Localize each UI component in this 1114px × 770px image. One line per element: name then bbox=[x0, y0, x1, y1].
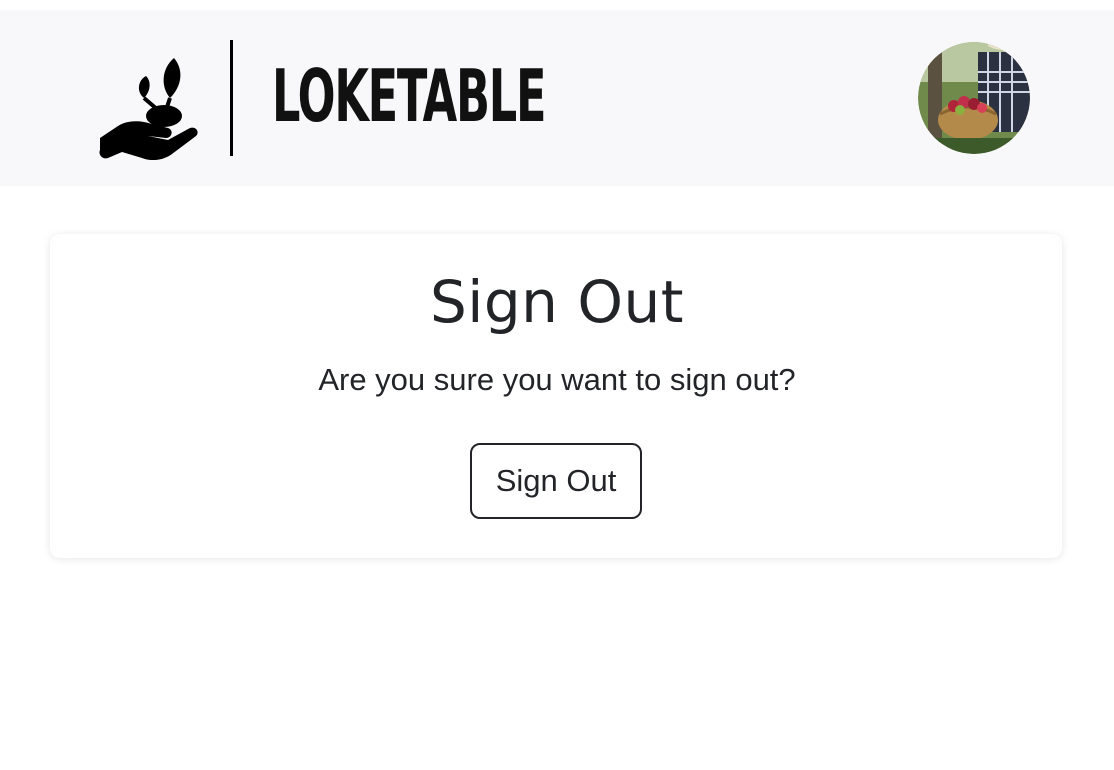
signout-question: Are you sure you want to sign out? bbox=[318, 362, 796, 397]
top-strip bbox=[0, 0, 1114, 10]
hand-holding-seedling-icon bbox=[99, 58, 198, 160]
home-logo-link[interactable]: LOKETABLE bbox=[0, 10, 546, 186]
site-header: LOKETABLE bbox=[0, 10, 1114, 186]
sign-out-button[interactable]: Sign Out bbox=[470, 443, 642, 519]
avatar-photo bbox=[918, 42, 1030, 154]
logo-divider bbox=[230, 40, 233, 156]
page-title: Sign Out bbox=[429, 268, 685, 336]
avatar[interactable] bbox=[918, 42, 1030, 154]
brand-name: LOKETABLE bbox=[272, 54, 546, 138]
